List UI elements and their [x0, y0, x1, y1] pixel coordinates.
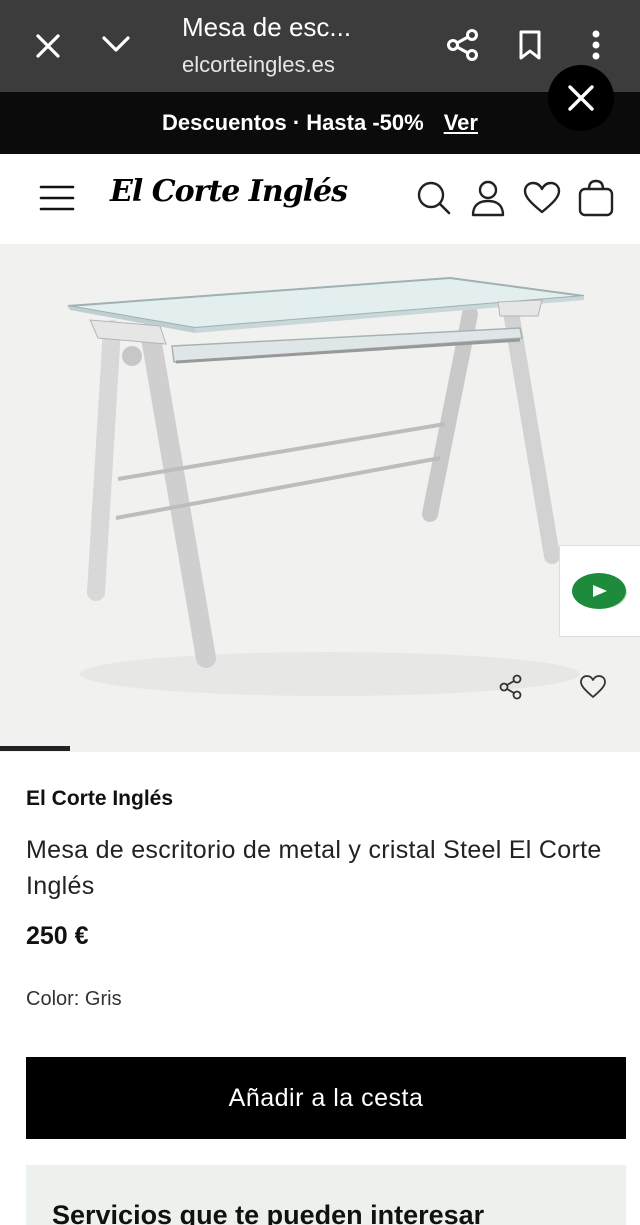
- heart-icon[interactable]: [522, 178, 562, 218]
- share-icon[interactable]: [442, 24, 484, 66]
- close-icon[interactable]: [28, 26, 68, 66]
- product-image-gallery[interactable]: [0, 244, 640, 752]
- color-selector[interactable]: Color: Gris: [26, 988, 122, 1011]
- promo-link[interactable]: Ver: [444, 110, 478, 136]
- product-image: [67, 276, 585, 696]
- gallery-progress: [0, 746, 640, 751]
- gallery-progress-fill: [0, 746, 71, 751]
- menu-icon[interactable]: [36, 180, 78, 216]
- services-heading: Servicios que te pueden interesar: [52, 1200, 485, 1225]
- promo-close-button[interactable]: [548, 65, 614, 131]
- user-icon[interactable]: [468, 178, 508, 218]
- add-to-cart-button[interactable]: Añadir a la cesta: [26, 1057, 626, 1139]
- browser-toolbar: Mesa de esc... elcorteingles.es: [0, 0, 640, 92]
- close-icon: [568, 85, 594, 111]
- browser-url[interactable]: elcorteingles.es: [182, 52, 335, 78]
- share-icon[interactable]: [494, 670, 528, 704]
- more-vert-icon[interactable]: [580, 24, 612, 66]
- chat-button[interactable]: [559, 545, 640, 637]
- heart-icon[interactable]: [576, 670, 610, 704]
- site-logo[interactable]: El Corte Inglés: [110, 174, 348, 209]
- chevron-down-icon[interactable]: [96, 24, 136, 64]
- promo-banner: Descuentos · Hasta -50% Ver: [0, 92, 640, 154]
- chat-icon: [572, 573, 627, 609]
- promo-text: Descuentos · Hasta -50%: [162, 110, 424, 135]
- bag-icon[interactable]: [576, 178, 616, 218]
- bookmark-icon[interactable]: [510, 24, 550, 66]
- product-price: 250 €: [26, 922, 89, 950]
- product-name: Mesa de escritorio de metal y cristal St…: [26, 836, 602, 900]
- site-header: El Corte Inglés: [0, 154, 640, 244]
- services-panel: Servicios que te pueden interesar: [26, 1165, 626, 1225]
- browser-page-title: Mesa de esc...: [182, 12, 352, 42]
- product-brand[interactable]: El Corte Inglés: [26, 787, 173, 811]
- search-icon[interactable]: [414, 178, 454, 218]
